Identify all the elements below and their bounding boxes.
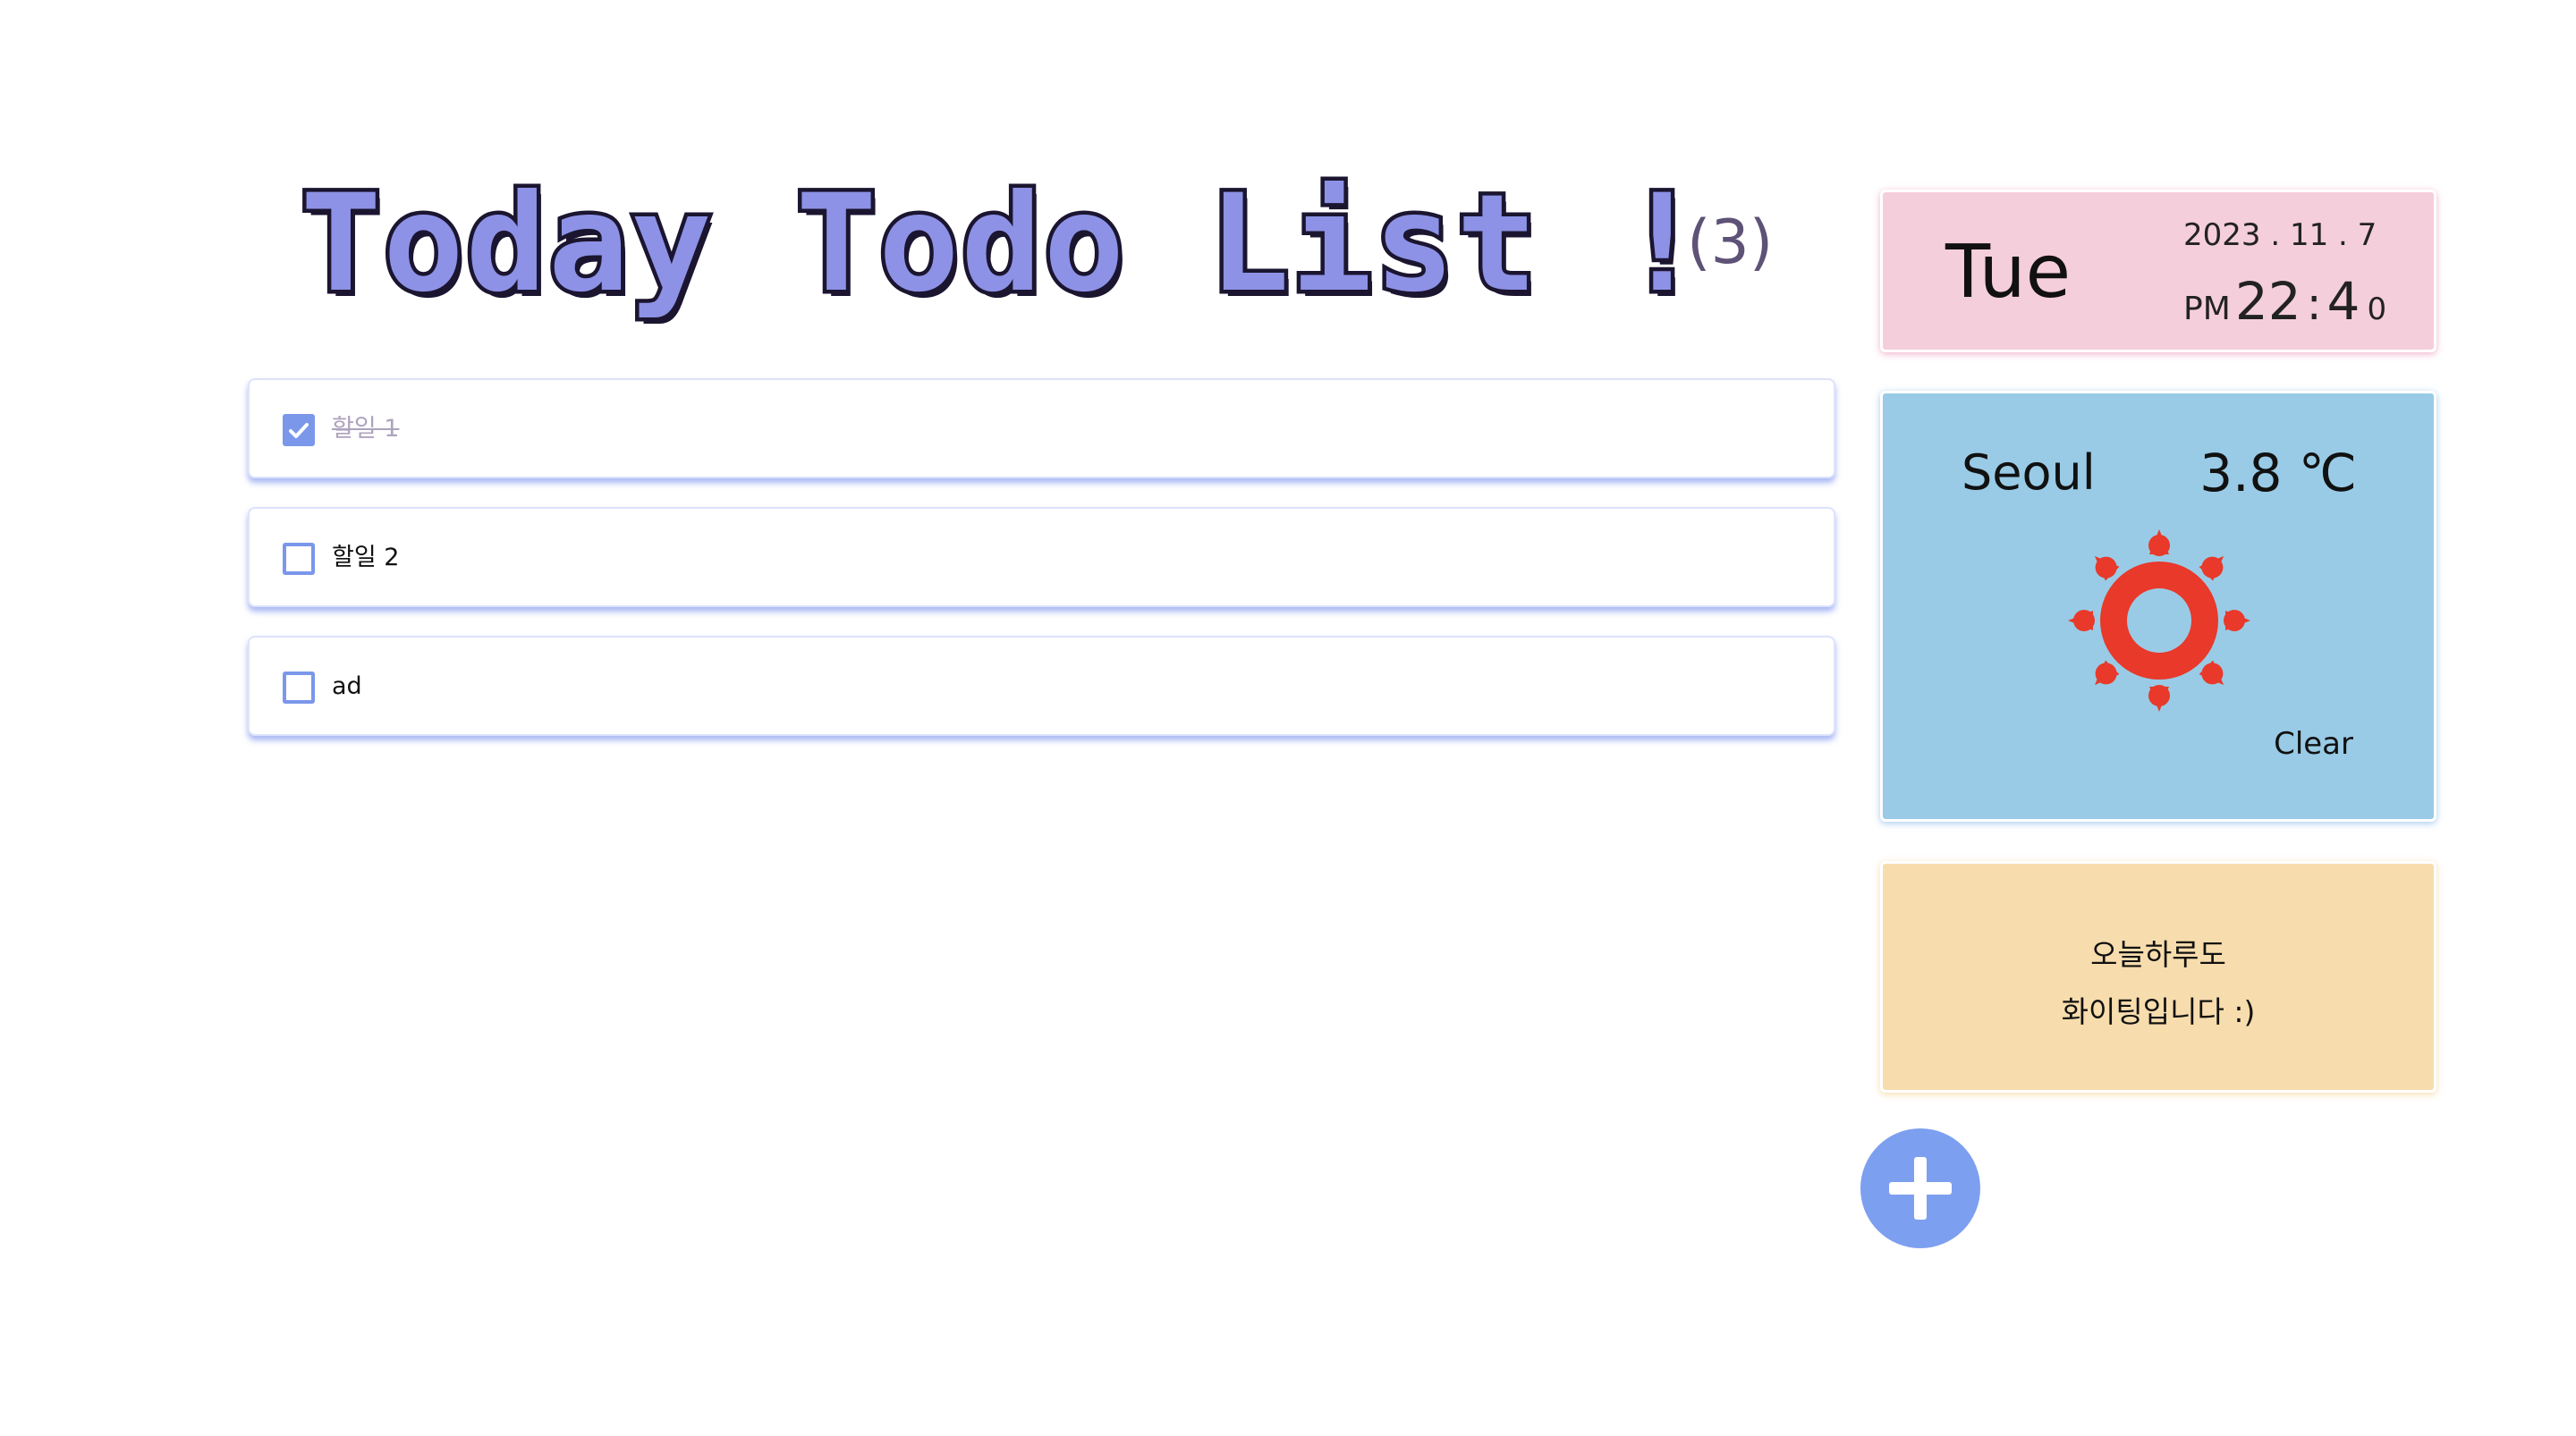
todo-item[interactable]: 할일 2 — [248, 507, 1835, 607]
clock-separator: : — [2306, 278, 2322, 330]
clock-ampm: PM — [2183, 291, 2231, 327]
quote-line: 오늘하루도 — [2090, 937, 2226, 972]
add-todo-button[interactable] — [1860, 1128, 1980, 1248]
quote-line: 화이팅입니다 :) — [2061, 994, 2256, 1029]
quote-card: 오늘하루도 화이팅입니다 :) — [1880, 861, 2436, 1093]
plus-icon — [1889, 1157, 1952, 1220]
todo-checkbox-checked[interactable] — [283, 414, 315, 446]
date: 2023 . 11 . 7 — [2183, 217, 2377, 253]
weather-temperature: 3.8 ℃ — [2199, 443, 2357, 503]
clock-hour: 22 — [2234, 271, 2301, 332]
weather-card: Seoul 3.8 ℃ Clear — [1880, 391, 2436, 822]
todo-count: (3) — [1687, 207, 1774, 278]
weekday: Tue — [1945, 230, 2072, 315]
weather-description: Clear — [2274, 726, 2353, 762]
todo-list: 할일 1 할일 2 ad — [248, 378, 1835, 764]
clock: PM 22:4 0 — [2183, 271, 2386, 332]
quote-text: 오늘하루도 화이팅입니다 :) — [1883, 926, 2434, 1041]
sun-icon — [2068, 529, 2250, 712]
checkmark-icon — [289, 423, 309, 438]
todo-app: Today Todo List ! (3) 할일 1 할일 2 ad Tue 2… — [0, 0, 2576, 1436]
todo-label: 할일 1 — [332, 415, 400, 443]
todo-item[interactable]: 할일 1 — [248, 378, 1835, 478]
todo-checkbox[interactable] — [283, 543, 315, 575]
todo-label: ad — [332, 672, 362, 700]
todo-item[interactable]: ad — [248, 636, 1835, 736]
date-time-card: Tue 2023 . 11 . 7 PM 22:4 0 — [1880, 190, 2436, 352]
todo-checkbox[interactable] — [283, 672, 315, 704]
weather-city: Seoul — [1962, 444, 2096, 501]
todo-label: 할일 2 — [332, 544, 400, 571]
page-title: Today Todo List ! — [296, 165, 1706, 325]
clock-minute: 4 — [2326, 271, 2360, 332]
clock-second: 0 — [2367, 291, 2387, 327]
